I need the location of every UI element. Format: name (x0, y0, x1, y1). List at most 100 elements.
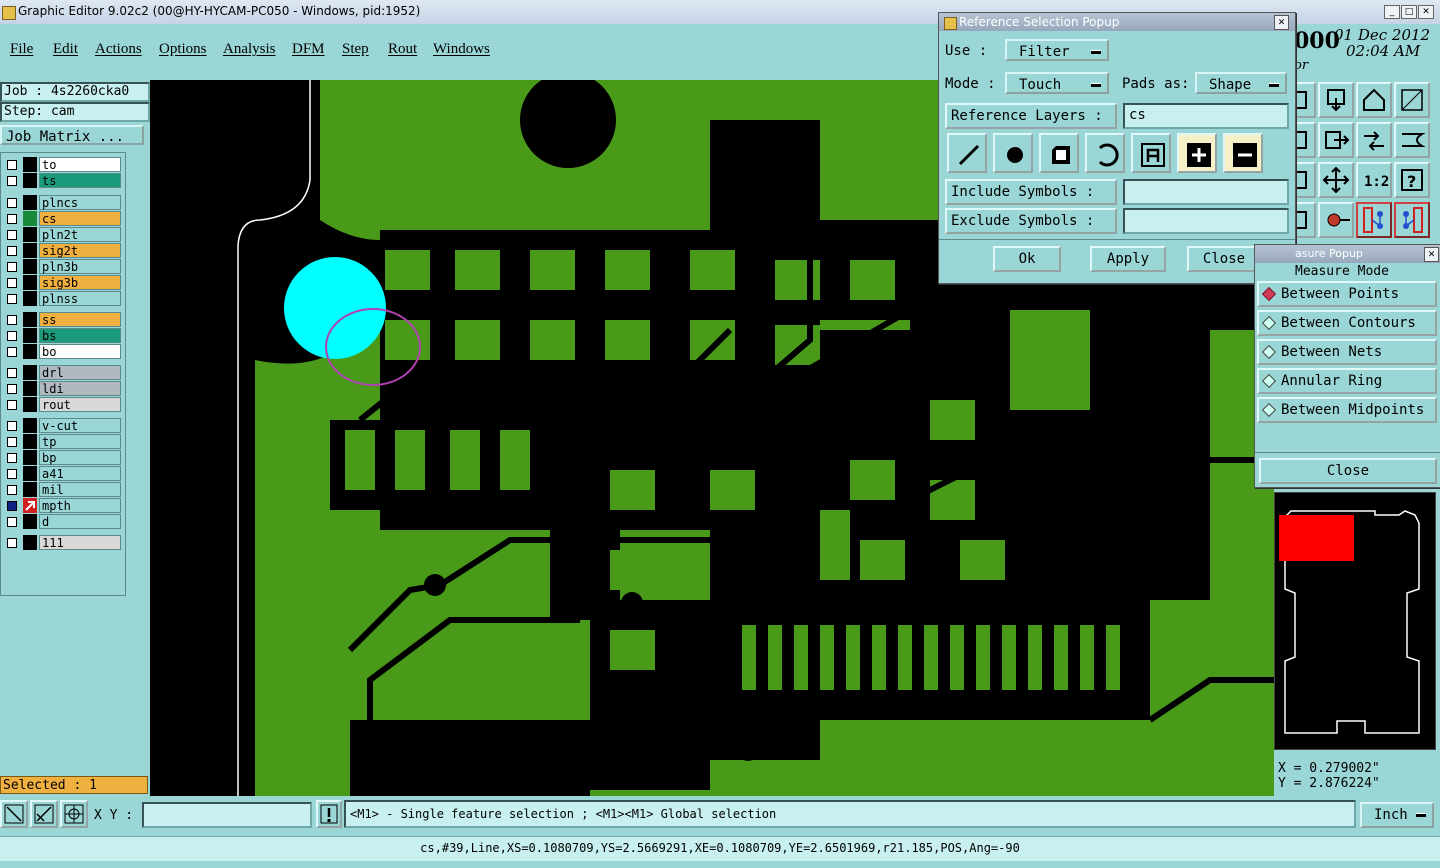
layer-affected-toggle[interactable] (23, 434, 37, 449)
layer-checkbox[interactable] (7, 230, 17, 240)
ok-button[interactable]: Ok (993, 246, 1061, 272)
exclude-symbols-input[interactable] (1123, 208, 1289, 234)
tool-swap-icon[interactable] (1356, 122, 1392, 158)
menu-rout[interactable]: Rout (388, 41, 417, 58)
zoom-area-icon[interactable] (0, 800, 28, 828)
layer-row-a41[interactable]: a41 (3, 466, 121, 481)
layer-name[interactable]: d (39, 514, 121, 529)
layer-row-mil[interactable]: mil (3, 482, 121, 497)
measure-option-between-contours[interactable]: Between Contours (1257, 310, 1437, 336)
layer-name[interactable]: sig3b (39, 275, 121, 290)
layer-name[interactable]: rout (39, 397, 121, 412)
layer-row-plnss[interactable]: plnss (3, 291, 121, 306)
tool-export-icon[interactable] (1318, 122, 1354, 158)
overview-map[interactable] (1274, 492, 1436, 750)
layer-arrow-icon[interactable] (23, 498, 37, 513)
layer-checkbox[interactable] (7, 262, 17, 272)
layer-row-bp[interactable]: bp (3, 450, 121, 465)
include-symbols-button[interactable]: Include Symbols : (945, 179, 1117, 205)
layer-affected-toggle[interactable] (23, 344, 37, 359)
layer-row-plncs[interactable]: plncs (3, 195, 121, 210)
units-select[interactable]: Inch (1360, 802, 1434, 828)
arc-filter-icon[interactable] (1085, 133, 1125, 173)
layer-name[interactable]: mpth (39, 498, 121, 513)
layer-checkbox[interactable] (7, 437, 17, 447)
layer-affected-toggle[interactable] (23, 535, 37, 550)
layer-checkbox[interactable] (7, 384, 17, 394)
layer-affected-toggle[interactable] (23, 450, 37, 465)
maximize-button[interactable]: □ (1401, 5, 1417, 19)
tool-download-icon[interactable] (1318, 82, 1354, 118)
mode-select[interactable]: Touch (1005, 72, 1109, 94)
layer-row-111[interactable]: 111 (3, 535, 121, 550)
text-filter-icon[interactable] (1131, 133, 1171, 173)
menu-step[interactable]: Step (342, 41, 369, 58)
layer-checkbox[interactable] (7, 517, 17, 527)
measure-option-between-points[interactable]: Between Points (1257, 281, 1437, 307)
menu-dfm[interactable]: DFM (292, 41, 325, 58)
layer-checkbox[interactable] (7, 176, 17, 186)
layer-row-sig3b[interactable]: sig3b (3, 275, 121, 290)
layer-name[interactable]: cs (39, 211, 121, 226)
layer-row-pln2t[interactable]: pln2t (3, 227, 121, 242)
grid-snap-icon[interactable] (60, 800, 88, 828)
pad-filter-icon[interactable] (993, 133, 1033, 173)
menu-edit[interactable]: Edit (53, 41, 78, 58)
tool-net-icon-a[interactable] (1356, 202, 1392, 238)
layer-name[interactable]: tp (39, 434, 121, 449)
surface-filter-icon[interactable] (1039, 133, 1079, 173)
xy-input[interactable] (142, 802, 312, 828)
layer-checkbox[interactable] (7, 469, 17, 479)
measure-option-between-nets[interactable]: Between Nets (1257, 339, 1437, 365)
layer-checkbox[interactable] (7, 347, 17, 357)
menu-file[interactable]: File (10, 41, 33, 58)
layer-row-pln3b[interactable]: pln3b (3, 259, 121, 274)
layer-checkbox[interactable] (7, 368, 17, 378)
layer-row-mpth[interactable]: mpth (3, 498, 121, 513)
tool-help-icon[interactable]: ? (1394, 162, 1430, 198)
pads-as-select[interactable]: Shape (1195, 72, 1287, 94)
job-matrix-button[interactable]: Job Matrix ... (0, 125, 144, 145)
layer-name[interactable]: ss (39, 312, 121, 327)
layer-checkbox[interactable] (7, 315, 17, 325)
layer-row-bs[interactable]: bs (3, 328, 121, 343)
tool-pan-icon[interactable] (1318, 162, 1354, 198)
layer-name[interactable]: v-cut (39, 418, 121, 433)
menu-actions[interactable]: Actions (95, 41, 142, 58)
layer-name[interactable]: 111 (39, 535, 121, 550)
layer-name[interactable]: bo (39, 344, 121, 359)
layer-name[interactable]: to (39, 157, 121, 172)
tool-home-icon[interactable] (1356, 82, 1392, 118)
layer-checkbox[interactable] (7, 214, 17, 224)
layer-checkbox[interactable] (7, 278, 17, 288)
close-button[interactable]: Close (1187, 246, 1261, 272)
layer-affected-toggle[interactable] (23, 381, 37, 396)
layer-affected-toggle[interactable] (23, 482, 37, 497)
layer-name[interactable]: bp (39, 450, 121, 465)
layer-name[interactable]: plncs (39, 195, 121, 210)
tool-scale-icon[interactable]: 1:2 (1356, 162, 1392, 198)
layer-checkbox[interactable] (7, 421, 17, 431)
layer-row-bo[interactable]: bo (3, 344, 121, 359)
layer-affected-toggle[interactable] (23, 466, 37, 481)
layer-name[interactable]: plnss (39, 291, 121, 306)
minimize-button[interactable]: _ (1384, 5, 1400, 19)
menu-options[interactable]: Options (159, 41, 207, 58)
use-select[interactable]: Filter (1005, 39, 1109, 61)
layer-checkbox[interactable] (7, 198, 17, 208)
exclude-symbols-button[interactable]: Exclude Symbols : (945, 208, 1117, 234)
layer-affected-toggle[interactable] (23, 157, 37, 172)
layer-affected-toggle[interactable] (23, 328, 37, 343)
layer-checkbox[interactable] (7, 400, 17, 410)
measure-icon[interactable] (30, 800, 58, 828)
layer-name[interactable]: ts (39, 173, 121, 188)
layer-affected-toggle[interactable] (23, 275, 37, 290)
layer-name[interactable]: bs (39, 328, 121, 343)
layer-row-sig2t[interactable]: sig2t (3, 243, 121, 258)
layer-row-ts[interactable]: ts (3, 173, 121, 188)
layer-name[interactable]: a41 (39, 466, 121, 481)
positive-filter-icon[interactable] (1177, 133, 1217, 173)
layer-name[interactable]: pln3b (39, 259, 121, 274)
alert-icon[interactable] (316, 800, 342, 828)
layer-row-drl[interactable]: drl (3, 365, 121, 380)
